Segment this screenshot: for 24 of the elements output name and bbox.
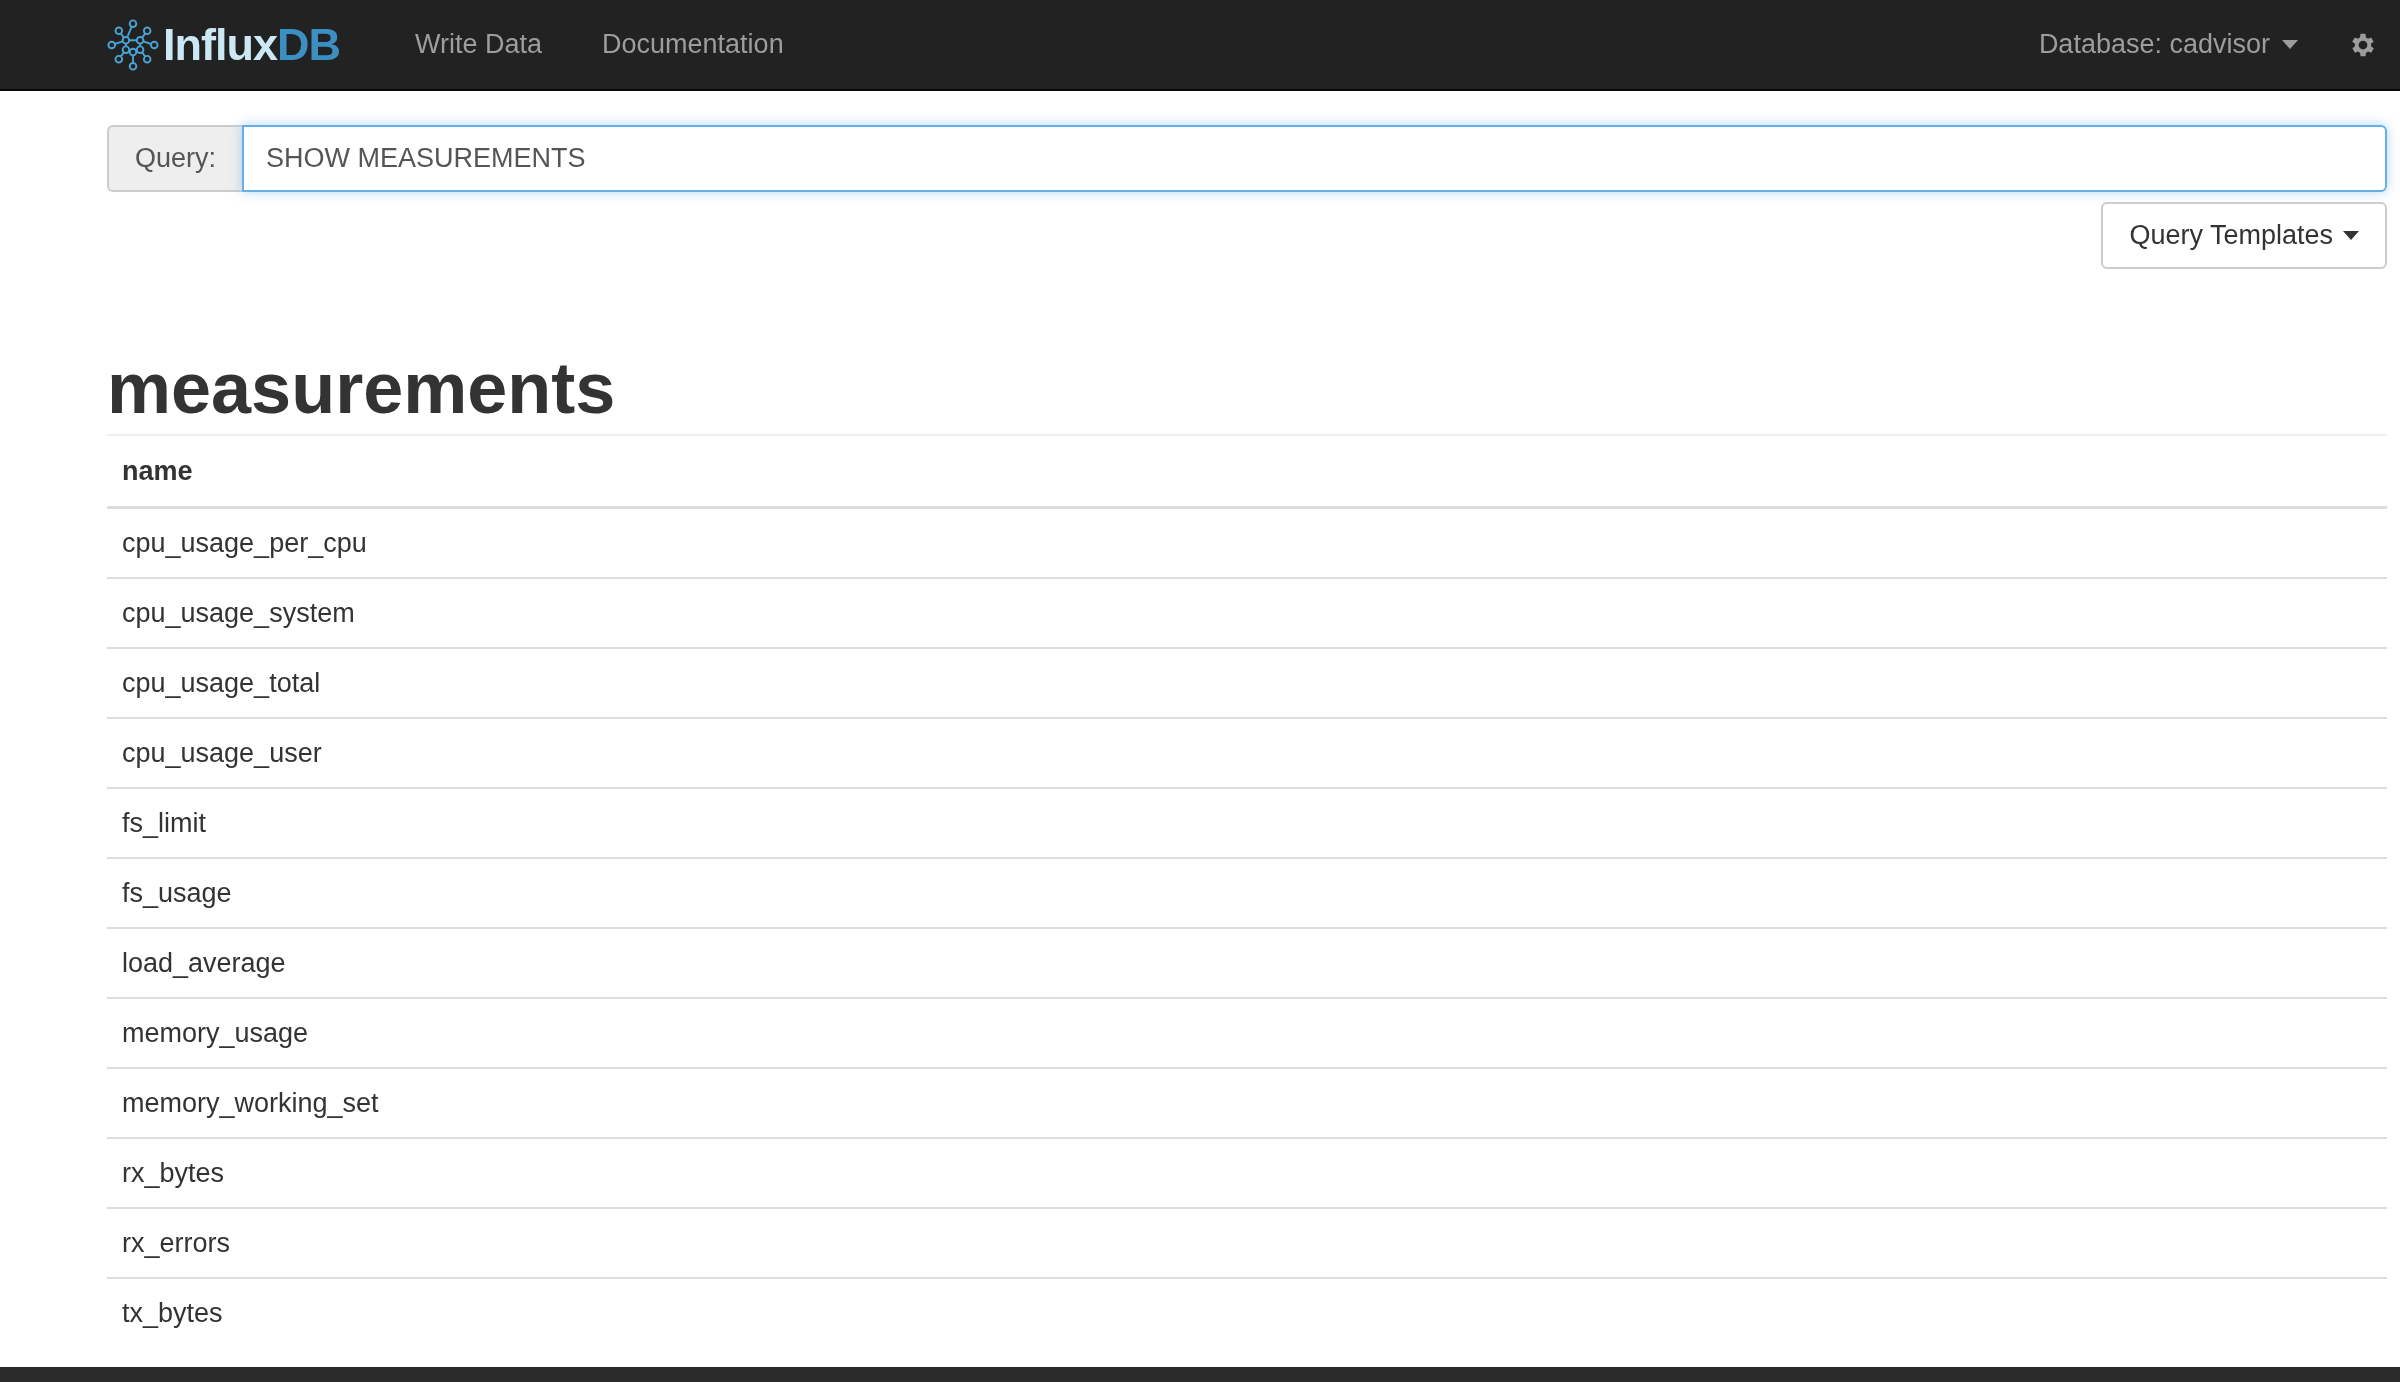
caret-icon [2282, 40, 2298, 49]
column-header: name [107, 436, 2387, 508]
caret-icon [2343, 231, 2359, 240]
table-cell: memory_usage [107, 998, 2387, 1069]
table-cell: memory_working_set [107, 1068, 2387, 1139]
nav-link[interactable]: Write Data [400, 29, 558, 60]
query-label: Query: [107, 125, 243, 192]
table-cell: cpu_usage_system [107, 578, 2387, 649]
database-dropdown[interactable]: Database: cadvisor [2038, 29, 2298, 60]
table-cell: rx_bytes [107, 1138, 2387, 1209]
brand-link[interactable]: InfluxDB [107, 18, 340, 71]
logo-icon [107, 18, 159, 71]
table-cell: fs_limit [107, 788, 2387, 859]
query-templates-button[interactable]: Query Templates [2101, 202, 2387, 269]
query-field[interactable]: SHOW MEASUREMENTS [242, 125, 2387, 192]
table-cell: cpu_usage_per_cpu [107, 507, 2387, 579]
table-cell: cpu_usage_user [107, 718, 2387, 789]
result-title: measurements [107, 349, 2387, 437]
table-cell: fs_usage [107, 858, 2387, 929]
nav-link[interactable]: Documentation [587, 29, 799, 60]
table-cell: rx_errors [107, 1208, 2387, 1279]
table-cell: tx_bytes [107, 1278, 2387, 1348]
table-cell: load_average [107, 928, 2387, 999]
table-cell: cpu_usage_total [107, 648, 2387, 719]
